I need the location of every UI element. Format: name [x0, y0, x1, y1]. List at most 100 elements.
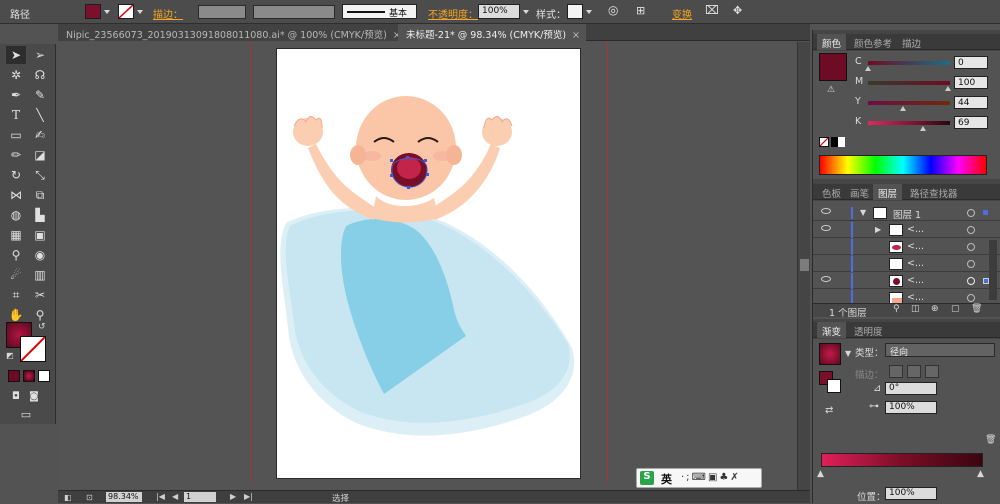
selection-tool-icon[interactable]: ➤ — [6, 46, 26, 64]
target-circle-icon[interactable] — [967, 226, 975, 234]
new-sublayer-icon[interactable]: ⊕ — [931, 304, 939, 314]
perspective-grid-tool-icon[interactable]: ▙ — [30, 206, 50, 224]
expand-triangle-icon[interactable]: ▼ — [860, 208, 866, 217]
stroke-swatch[interactable] — [118, 4, 134, 19]
ime-language-label[interactable]: 英 — [661, 471, 672, 487]
brush-definition-dropdown[interactable]: 基本 — [342, 4, 417, 19]
symbol-sprayer-tool-icon[interactable]: ☄ — [6, 266, 26, 284]
channel-c-slider[interactable] — [868, 61, 950, 65]
style-caret[interactable] — [586, 10, 592, 14]
color-mode-icon[interactable] — [8, 370, 20, 382]
opacity-caret[interactable] — [523, 10, 529, 14]
visibility-eye-icon[interactable] — [821, 276, 831, 282]
anchor-point[interactable] — [390, 159, 393, 162]
target-circle-icon[interactable] — [967, 294, 975, 302]
opacity-label[interactable]: 不透明度： — [428, 6, 478, 21]
item-name[interactable]: <... — [907, 275, 924, 286]
stroke-weight-dropdown[interactable] — [198, 5, 246, 19]
recolor-icon[interactable]: ◎ — [608, 3, 618, 17]
reverse-gradient-icon[interactable]: ⇄ — [825, 405, 833, 416]
stroke-dropdown-caret[interactable] — [137, 10, 143, 14]
anchor-point[interactable] — [390, 174, 393, 177]
target-circle-icon[interactable] — [967, 260, 975, 268]
channel-k-knob[interactable] — [920, 126, 927, 131]
artboard-nav-icon[interactable]: ◧ — [64, 493, 72, 502]
eraser-tool-icon[interactable]: ◪ — [30, 146, 50, 164]
rectangle-tool-icon[interactable]: ▭ — [6, 126, 26, 144]
item-name[interactable]: <... — [907, 292, 924, 303]
angle-field[interactable]: 0° — [885, 382, 937, 395]
style-swatch[interactable] — [567, 4, 583, 19]
stroke-label[interactable]: 描边： — [153, 6, 183, 21]
channel-c-field[interactable]: 0 — [954, 56, 988, 69]
channel-k-field[interactable]: 69 — [954, 116, 988, 129]
free-transform-tool-icon[interactable]: ⧉ — [30, 186, 50, 204]
artboard-tool-icon[interactable]: ⌗ — [6, 286, 26, 304]
tab-stroke[interactable]: 描边 — [897, 34, 926, 50]
tab-untitled-21[interactable]: 未标题-21* @ 98.34% (CMYK/预览) × — [398, 24, 586, 41]
color-spectrum-bar[interactable] — [819, 155, 987, 175]
tab-close-icon[interactable]: × — [572, 30, 580, 41]
draw-mode-icon[interactable]: ◘ — [6, 388, 26, 406]
anchor-point[interactable] — [407, 186, 410, 189]
channel-m-field[interactable]: 100 — [954, 76, 988, 89]
curvature-tool-icon[interactable]: ✎ — [30, 86, 50, 104]
tab-color-guide[interactable]: 颜色参考 — [849, 34, 897, 50]
tab-brushes[interactable]: 画笔 — [845, 184, 874, 200]
channel-k-slider[interactable] — [868, 121, 950, 125]
anchor-point[interactable] — [426, 173, 429, 176]
fill-dropdown-caret[interactable] — [104, 10, 110, 14]
gradient-tool-icon[interactable]: ▣ — [30, 226, 50, 244]
gradient-type-dropdown[interactable]: 径向 — [885, 343, 995, 358]
isolate-icon[interactable]: ⌧ — [705, 3, 719, 17]
magic-wand-tool-icon[interactable]: ✲ — [6, 66, 26, 84]
aspect-ratio-field[interactable]: 100% — [885, 401, 937, 414]
gradient-preview-swatch[interactable] — [819, 343, 841, 365]
pencil-tool-icon[interactable]: ✏ — [6, 146, 26, 164]
channel-m-knob[interactable] — [945, 86, 951, 91]
last-artboard-icon[interactable]: ▶| — [244, 492, 253, 501]
color-fill-swatch[interactable] — [819, 53, 847, 81]
anchor-point[interactable] — [424, 159, 427, 162]
layer-name[interactable]: 图层 1 — [893, 207, 921, 221]
swap-fill-stroke-icon[interactable]: ↺ — [38, 322, 46, 332]
channel-y-slider[interactable] — [868, 101, 950, 105]
eyedropper-tool-icon[interactable]: ⚲ — [6, 246, 26, 264]
locate-object-icon[interactable]: ⚲ — [893, 304, 900, 314]
layer-row[interactable]: ▼ 图层 1 — [813, 205, 1000, 221]
lasso-tool-icon[interactable]: ☊ — [30, 66, 50, 84]
channel-c-knob[interactable] — [865, 66, 871, 71]
white-swatch[interactable] — [838, 137, 845, 147]
type-tool-icon[interactable]: T — [6, 106, 26, 124]
out-of-gamut-icon[interactable]: ⚠ — [827, 85, 835, 95]
next-artboard-icon[interactable]: ▶ — [230, 492, 236, 501]
column-graph-tool-icon[interactable]: ▥ — [30, 266, 50, 284]
artboard-number-field[interactable]: 1 — [184, 492, 216, 502]
prev-artboard-icon[interactable]: ◀ — [172, 492, 178, 501]
shape-builder-tool-icon[interactable]: ◍ — [6, 206, 26, 224]
delete-stop-icon[interactable]: 🗑 — [985, 435, 996, 445]
stroke-color-box[interactable] — [20, 336, 46, 362]
tab-gradient[interactable]: 渐变 — [817, 322, 847, 338]
black-swatch[interactable] — [831, 137, 838, 147]
ime-tool-icons[interactable]: ·;⌨▣♣✗ — [681, 472, 741, 483]
layers-scrollbar[interactable] — [989, 240, 997, 300]
variable-width-dropdown[interactable] — [253, 5, 335, 19]
scale-tool-icon[interactable]: ⤡ — [30, 166, 50, 184]
visibility-eye-icon[interactable] — [821, 225, 831, 231]
scrollbar-thumb[interactable] — [800, 259, 809, 271]
ime-logo[interactable]: S — [640, 471, 654, 485]
item-name[interactable]: <... — [907, 258, 924, 269]
sublayer-row[interactable]: <... — [813, 273, 1000, 289]
clipping-mask-icon[interactable]: ◫ — [911, 304, 920, 314]
draw-behind-icon[interactable]: ◙ — [24, 388, 44, 406]
expand-triangle-icon[interactable]: ▶ — [875, 225, 881, 234]
tab-transparency[interactable]: 透明度 — [849, 322, 888, 338]
target-circle-icon[interactable] — [967, 243, 975, 251]
visibility-eye-icon[interactable] — [821, 208, 831, 214]
none-color-icon[interactable] — [819, 137, 829, 147]
sublayer-row[interactable]: <... — [813, 256, 1000, 272]
illustration-baby-in-blanket[interactable] — [276, 48, 581, 479]
mesh-tool-icon[interactable]: ▦ — [6, 226, 26, 244]
first-artboard-icon[interactable]: |◀ — [156, 492, 165, 501]
